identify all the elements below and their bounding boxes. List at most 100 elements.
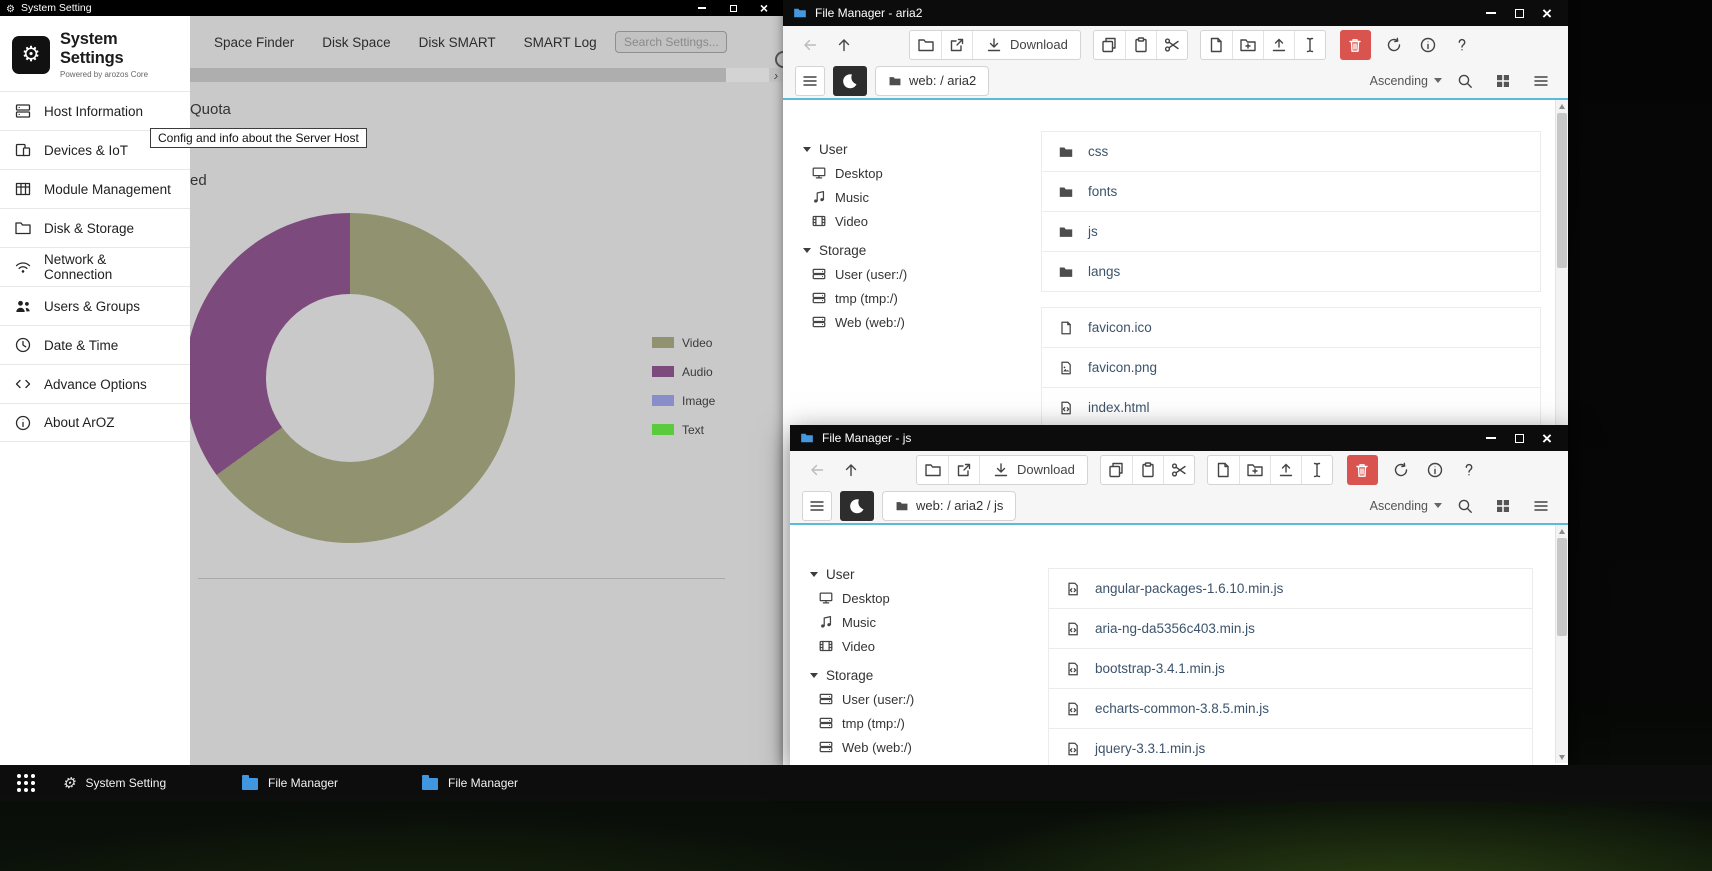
- scroll-right-arrow[interactable]: [769, 68, 783, 82]
- tree-item[interactable]: Storage: [803, 238, 1033, 262]
- file-row[interactable]: aria-ng-da5356c403.min.js: [1048, 608, 1533, 649]
- menu-button[interactable]: [802, 491, 832, 521]
- download-button[interactable]: Download: [972, 31, 1080, 59]
- tree-item[interactable]: User (user:/): [803, 262, 1033, 286]
- cut-button[interactable]: [1156, 31, 1187, 59]
- horizontal-scrollbar[interactable]: [190, 68, 783, 82]
- sidebar-item[interactable]: Disk & Storage: [0, 208, 190, 247]
- refresh-button[interactable]: [1386, 455, 1416, 484]
- grid-view-button[interactable]: [1488, 491, 1518, 520]
- file-row[interactable]: favicon.png: [1041, 347, 1541, 388]
- tree-item[interactable]: Video: [803, 209, 1033, 233]
- search-button[interactable]: [1450, 66, 1480, 95]
- dark-mode-button[interactable]: [833, 66, 867, 96]
- settings-tab[interactable]: Space Finder: [200, 35, 308, 50]
- breadcrumb[interactable]: web: / aria2: [875, 66, 989, 96]
- settings-tab[interactable]: Disk SMART: [405, 35, 510, 50]
- tree-item[interactable]: Music: [810, 610, 1040, 634]
- tree-item[interactable]: tmp (tmp:/): [803, 286, 1033, 310]
- up-button[interactable]: [829, 30, 859, 59]
- tree-item[interactable]: Desktop: [810, 586, 1040, 610]
- scrollbar-thumb[interactable]: [1557, 113, 1567, 268]
- maximize-button[interactable]: [1512, 6, 1526, 20]
- sidebar-item[interactable]: Date & Time: [0, 325, 190, 364]
- open-folder-button[interactable]: [917, 456, 948, 484]
- maximize-button[interactable]: [726, 1, 740, 15]
- vertical-scrollbar[interactable]: [1555, 525, 1568, 763]
- scroll-down-arrow[interactable]: [1556, 751, 1568, 763]
- file-row[interactable]: bootstrap-3.4.1.min.js: [1048, 648, 1533, 689]
- minimize-button[interactable]: [1484, 431, 1498, 445]
- file-row[interactable]: js: [1041, 211, 1541, 252]
- search-button[interactable]: [1450, 491, 1480, 520]
- list-view-button[interactable]: [1526, 66, 1556, 95]
- scrollbar-thumb[interactable]: [1557, 538, 1567, 636]
- new-folder-button[interactable]: [1232, 31, 1263, 59]
- breadcrumb[interactable]: web: / aria2 / js: [882, 491, 1016, 521]
- tree-item[interactable]: Music: [803, 185, 1033, 209]
- tree-item[interactable]: Web (web:/): [803, 310, 1033, 334]
- sidebar-item[interactable]: Network & Connection: [0, 247, 190, 286]
- back-button[interactable]: [802, 455, 832, 484]
- settings-title-bar[interactable]: System Setting: [0, 0, 783, 16]
- open-folder-button[interactable]: [910, 31, 941, 59]
- open-external-button[interactable]: [941, 31, 972, 59]
- taskbar-item[interactable]: File Manager: [410, 765, 590, 801]
- file-row[interactable]: echarts-common-3.8.5.min.js: [1048, 688, 1533, 729]
- file-row[interactable]: fonts: [1041, 171, 1541, 212]
- tree-item[interactable]: Video: [810, 634, 1040, 658]
- tree-item[interactable]: Web (web:/): [810, 735, 1040, 759]
- dark-mode-button[interactable]: [840, 491, 874, 521]
- cut-button[interactable]: [1163, 456, 1194, 484]
- paste-button[interactable]: [1125, 31, 1156, 59]
- new-file-button[interactable]: [1201, 31, 1232, 59]
- file-row[interactable]: angular-packages-1.6.10.min.js: [1048, 568, 1533, 609]
- info-button[interactable]: [1413, 30, 1443, 59]
- tree-item[interactable]: User: [803, 137, 1033, 161]
- taskbar-item[interactable]: File Manager: [230, 765, 410, 801]
- file-row[interactable]: langs: [1041, 251, 1541, 292]
- scroll-up-arrow[interactable]: [1556, 100, 1568, 112]
- settings-search-input[interactable]: [615, 31, 727, 53]
- fm-title-bar[interactable]: File Manager - js: [790, 425, 1568, 451]
- refresh-button[interactable]: [1379, 30, 1409, 59]
- help-button[interactable]: [1447, 30, 1477, 59]
- tree-item[interactable]: Storage: [810, 663, 1040, 687]
- upload-button[interactable]: [1263, 31, 1294, 59]
- scrollbar-thumb[interactable]: [190, 68, 726, 82]
- sort-order-select[interactable]: Ascending: [1370, 74, 1442, 88]
- taskbar-item[interactable]: System Setting: [50, 765, 230, 801]
- delete-button[interactable]: [1347, 455, 1378, 485]
- file-row[interactable]: favicon.ico: [1041, 307, 1541, 348]
- sidebar-item[interactable]: Host Information: [0, 91, 190, 130]
- menu-button[interactable]: [795, 66, 825, 96]
- upload-button[interactable]: [1270, 456, 1301, 484]
- file-row[interactable]: jquery-3.3.1.min.js: [1048, 728, 1533, 765]
- close-button[interactable]: [1540, 6, 1554, 20]
- tree-item[interactable]: User: [810, 562, 1040, 586]
- settings-tab[interactable]: Disk Space: [308, 35, 404, 50]
- tree-item[interactable]: tmp (tmp:/): [810, 711, 1040, 735]
- sort-order-select[interactable]: Ascending: [1370, 499, 1442, 513]
- help-button[interactable]: [1454, 455, 1484, 484]
- list-view-button[interactable]: [1526, 491, 1556, 520]
- minimize-button[interactable]: [1484, 6, 1498, 20]
- tree-item[interactable]: Desktop: [803, 161, 1033, 185]
- grid-view-button[interactable]: [1488, 66, 1518, 95]
- settings-tab[interactable]: SMART Log: [510, 35, 611, 50]
- delete-button[interactable]: [1340, 30, 1371, 60]
- copy-button[interactable]: [1094, 31, 1125, 59]
- minimize-button[interactable]: [695, 1, 709, 15]
- tree-item[interactable]: User (user:/): [810, 687, 1040, 711]
- copy-button[interactable]: [1101, 456, 1132, 484]
- new-file-button[interactable]: [1208, 456, 1239, 484]
- rename-button[interactable]: [1301, 456, 1332, 484]
- close-button[interactable]: [1540, 431, 1554, 445]
- paste-button[interactable]: [1132, 456, 1163, 484]
- rename-button[interactable]: [1294, 31, 1325, 59]
- up-button[interactable]: [836, 455, 866, 484]
- new-folder-button[interactable]: [1239, 456, 1270, 484]
- sidebar-item[interactable]: Module Management: [0, 169, 190, 208]
- maximize-button[interactable]: [1512, 431, 1526, 445]
- app-drawer-button[interactable]: [8, 768, 44, 798]
